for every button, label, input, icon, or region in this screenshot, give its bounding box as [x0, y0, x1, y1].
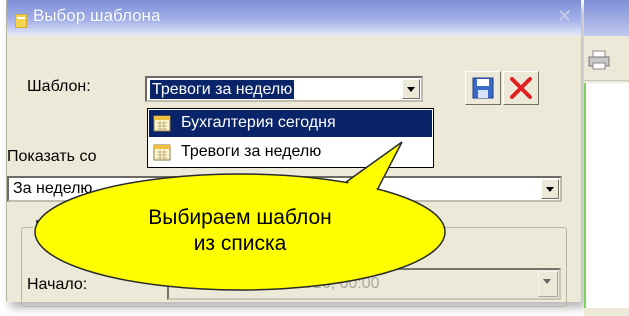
group-label: И [33, 218, 49, 236]
template-select-value: Тревоги за неделю [150, 80, 295, 99]
background-window-titlebar [584, 0, 629, 36]
template-label: Шаблон: [27, 78, 91, 95]
save-button[interactable] [465, 71, 501, 105]
delete-button[interactable] [503, 71, 539, 105]
background-window [584, 0, 629, 316]
calendar-icon [153, 115, 171, 132]
period-select[interactable]: За неделю [7, 176, 562, 202]
chevron-down-icon[interactable] [538, 271, 558, 297]
start-label: Начало: [27, 276, 88, 293]
start-date-value: 2016, 00:00 [295, 275, 380, 292]
close-icon[interactable]: ✕ [557, 7, 572, 25]
callout-line-2: из списка [193, 232, 287, 255]
chevron-down-icon[interactable] [402, 79, 420, 99]
divider [584, 80, 629, 81]
list-item-label: Бухгалтерия сегодня [181, 114, 336, 131]
callout-line-1: Выбираем шаблон [148, 206, 332, 229]
start-date-field[interactable]: 2016, 00:00 [167, 268, 561, 300]
printer-icon[interactable] [588, 50, 610, 70]
calendar-icon [153, 144, 171, 161]
callout-text: Выбираем шаблон из списка [105, 205, 375, 257]
list-item[interactable]: Тревоги за неделю [149, 139, 432, 166]
list-item-label: Тревоги за неделю [181, 143, 322, 160]
list-item[interactable]: Бухгалтерия сегодня [149, 110, 432, 137]
delete-icon [510, 77, 532, 99]
template-select[interactable]: Тревоги за неделю [145, 76, 423, 102]
chevron-down-icon[interactable] [541, 179, 559, 199]
dialog-titlebar: Выбор шаблона ✕ [7, 0, 581, 36]
window-icon [15, 14, 27, 28]
show-label: Показать со [7, 148, 97, 165]
period-select-value: За неделю [13, 180, 93, 197]
background-window-content [584, 83, 629, 308]
template-dropdown-list: Бухгалтерия сегодня Тревоги за неделю [147, 108, 434, 168]
dialog-title: Выбор шаблона [33, 6, 161, 25]
save-icon [472, 77, 494, 99]
